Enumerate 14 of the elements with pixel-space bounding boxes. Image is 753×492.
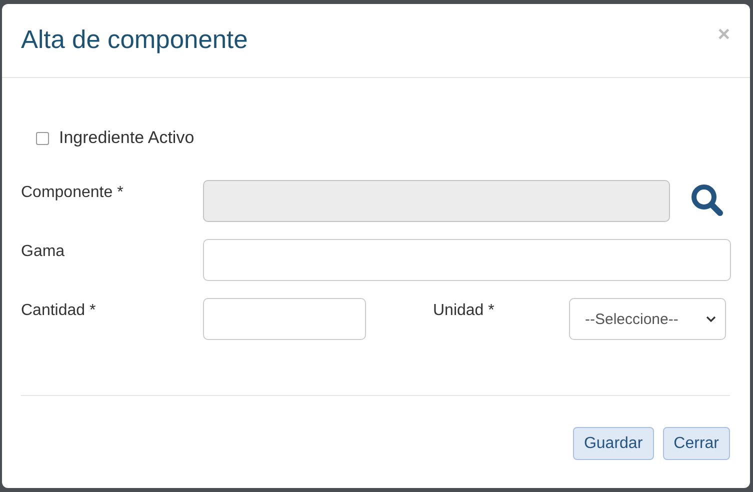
search-icon[interactable]: [690, 183, 724, 217]
range-field[interactable]: [203, 239, 731, 281]
field-label: Cantidad *: [21, 301, 97, 320]
dialog-title: Alta de componente: [21, 26, 248, 55]
field-label: Unidad *: [433, 301, 496, 320]
checkbox[interactable]: [36, 132, 49, 144]
checkbox-label: Ingrediente Activo: [59, 128, 194, 148]
field-label: Gama: [21, 242, 66, 261]
save-button[interactable]: Guardar: [572, 427, 654, 460]
field-label: Componente *: [21, 183, 124, 202]
quantity-field[interactable]: [203, 298, 366, 340]
close-dialog-button[interactable]: Cerrar: [662, 427, 730, 460]
unit-dropdown[interactable]: --Seleccione--: [569, 298, 726, 340]
chevron-icon: [706, 316, 716, 322]
